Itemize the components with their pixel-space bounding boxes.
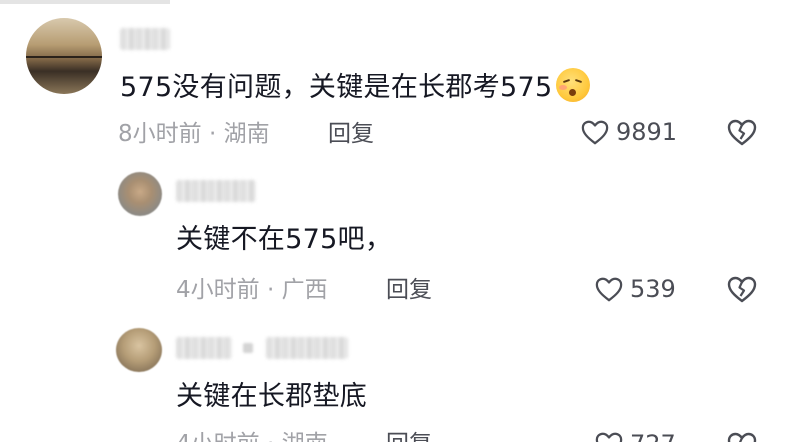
reply-button[interactable]: 回复 xyxy=(386,430,432,442)
dislike-button[interactable] xyxy=(726,274,758,308)
reply-meta: 4小时前 · 广西 xyxy=(176,276,328,304)
username-blurred[interactable] xyxy=(120,28,170,50)
dislike-button[interactable] xyxy=(726,117,758,151)
reply-time: 4小时前 xyxy=(176,277,260,303)
reply-button[interactable]: 回复 xyxy=(386,276,432,304)
comment-text-content: 575没有问题，关键是在长郡考575 xyxy=(120,72,553,103)
comment-location: 湖南 xyxy=(223,121,270,147)
broken-heart-icon xyxy=(727,432,757,442)
reply-time: 4小时前 xyxy=(176,431,260,442)
username-blurred[interactable] xyxy=(176,180,256,202)
like-button[interactable]: 9891 xyxy=(580,118,677,146)
top-divider xyxy=(0,0,170,4)
broken-heart-icon xyxy=(727,119,757,146)
pleading-face-emoji-icon xyxy=(556,68,591,102)
avatar[interactable] xyxy=(26,18,102,94)
reply-button[interactable]: 回复 xyxy=(328,120,374,148)
reply-text: 关键不在575吧， xyxy=(176,224,393,255)
reply-meta: 4小时前 · 湖南 xyxy=(176,430,328,442)
comment-meta: 8小时前 · 湖南 xyxy=(118,120,270,148)
avatar[interactable] xyxy=(116,328,162,372)
heart-outline-icon xyxy=(581,120,609,145)
reply-to-arrow-icon xyxy=(243,343,253,353)
reply-location: 广西 xyxy=(281,277,328,303)
reply-location: 湖南 xyxy=(282,431,328,442)
reply-text: 关键在长郡垫底 xyxy=(176,381,368,412)
reply-to-username-blurred[interactable] xyxy=(266,337,348,359)
heart-outline-icon xyxy=(595,432,623,442)
comment-text: 575没有问题，关键是在长郡考575 xyxy=(120,68,591,105)
like-button[interactable]: 727 xyxy=(594,430,676,442)
like-count: 9891 xyxy=(616,118,678,146)
avatar[interactable] xyxy=(118,172,162,216)
comment-thread: 575没有问题，关键是在长郡考575 8小时前 · 湖南 回复 9891 关键不… xyxy=(0,0,792,442)
comment-time: 8小时前 xyxy=(118,121,202,147)
like-count: 727 xyxy=(630,430,676,442)
dislike-button[interactable] xyxy=(726,430,758,442)
heart-outline-icon xyxy=(595,277,623,302)
like-count: 539 xyxy=(630,275,676,303)
username-blurred[interactable] xyxy=(176,337,232,359)
broken-heart-icon xyxy=(727,276,757,303)
like-button[interactable]: 539 xyxy=(594,275,676,303)
